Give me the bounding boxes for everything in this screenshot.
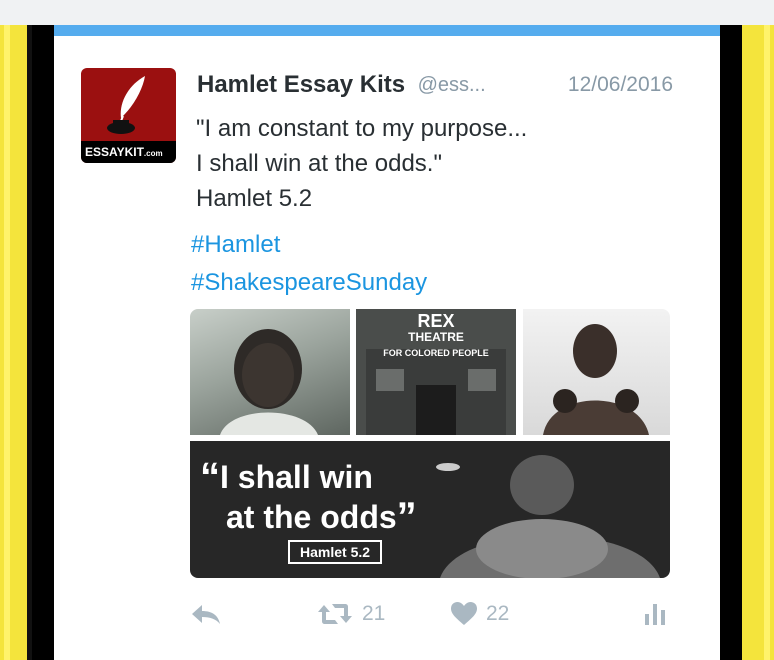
retweet-icon [318, 604, 352, 625]
quote-panel: “I shall win at the odds” Hamlet 5.2 [190, 441, 670, 578]
tweet-card[interactable]: ESSAYKIT.com Hamlet Essay Kits @ess... 1… [54, 25, 720, 660]
like-button[interactable]: 22 [450, 597, 509, 631]
childhood-portrait-photo [190, 309, 350, 435]
tweet-text-line: Hamlet 5.2 [196, 185, 313, 212]
tweet-media-image[interactable]: REX THEATRE FOR COLORED PEOPLE “I shall … [190, 309, 670, 578]
heart-icon [451, 602, 477, 626]
retweet-button[interactable]: 21 [316, 597, 385, 631]
reply-button[interactable] [190, 597, 222, 631]
tweet-text-line: "I am constant to my purpose... [196, 115, 528, 142]
reply-icon [192, 605, 220, 625]
device-frame-left [0, 25, 32, 660]
hashtag-link[interactable]: #Hamlet [191, 226, 427, 264]
quote-line: I shall win [220, 459, 373, 495]
tweet-text-line: I shall win at the odds." [196, 150, 442, 177]
quote-reference: Hamlet 5.2 [288, 540, 383, 564]
rex-theatre-photo: REX THEATRE FOR COLORED PEOPLE [356, 309, 516, 435]
analytics-button[interactable] [644, 597, 666, 631]
hashtag-link[interactable]: #ShakespeareSunday [191, 264, 427, 302]
device-frame-right [720, 25, 774, 660]
hashtags: #Hamlet #ShakespeareSunday [191, 226, 427, 302]
theatre-sign-line: THEATRE [408, 330, 464, 344]
quote-line: at the odds [226, 499, 397, 535]
device-bezel-left [32, 25, 54, 660]
author-name[interactable]: Hamlet Essay Kits [197, 71, 405, 98]
open-quote-mark: “ [200, 455, 220, 499]
tweet-header: Hamlet Essay Kits @ess... 12/06/2016 [197, 71, 697, 101]
tweet-text: "I am constant to my purpose... I shall … [196, 111, 696, 216]
theatre-sign-line: REX [417, 311, 455, 331]
accent-bar [54, 25, 720, 36]
author-handle[interactable]: @ess... [418, 74, 486, 96]
tweet-date[interactable]: 12/06/2016 [568, 73, 673, 97]
boxer-photo [436, 455, 660, 578]
quote-text: “I shall win at the odds” [200, 457, 417, 537]
tweet-actions: 21 22 [190, 597, 670, 631]
close-quote-mark: ” [396, 495, 417, 539]
avatar-logo-text: ESSAYKIT.com [81, 141, 176, 163]
quill-inkwell-icon [107, 76, 145, 134]
like-count: 22 [486, 602, 510, 626]
analytics-icon [645, 604, 665, 626]
theatre-sign-line: FOR COLORED PEOPLE [383, 348, 489, 358]
young-boxer-photo [523, 309, 670, 435]
avatar[interactable]: ESSAYKIT.com [81, 68, 176, 163]
retweet-count: 21 [362, 602, 386, 626]
